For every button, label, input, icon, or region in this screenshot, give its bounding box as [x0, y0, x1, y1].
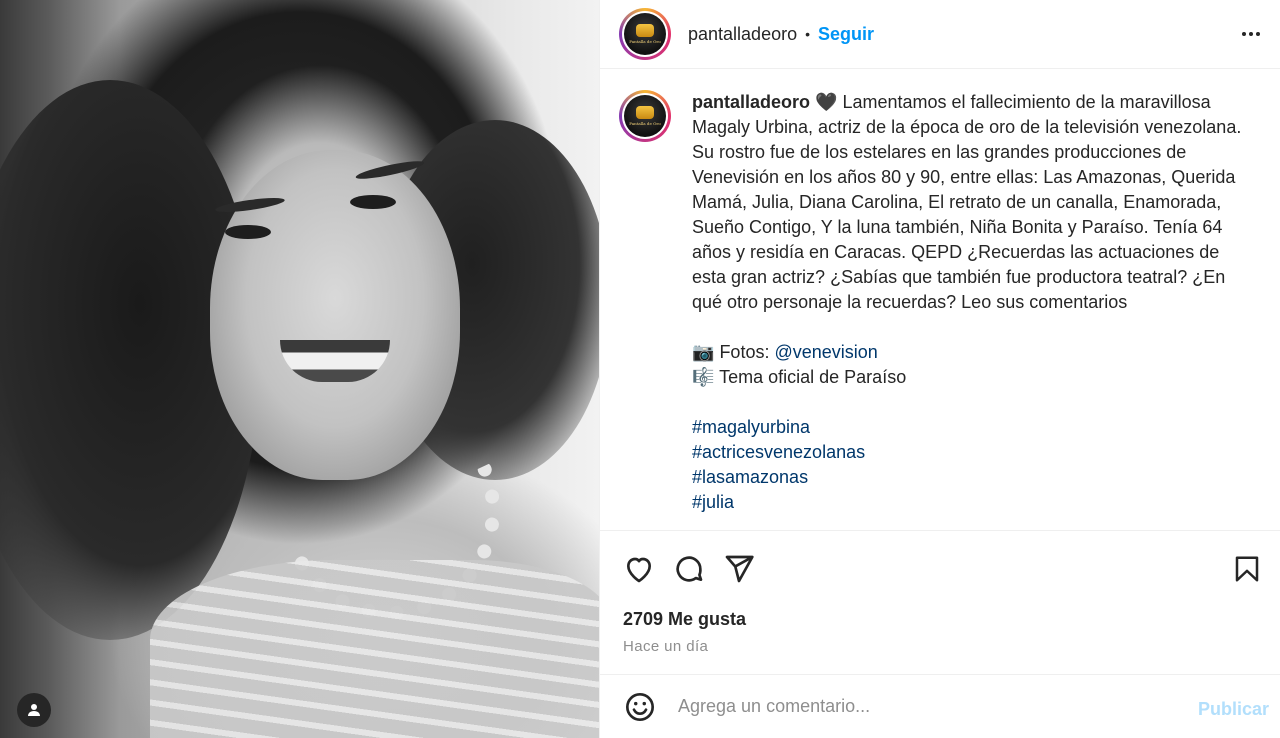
save-button[interactable] — [1229, 551, 1265, 587]
avatar[interactable]: Pantalla de Oro — [619, 8, 671, 60]
comment-input[interactable] — [678, 696, 1158, 717]
post-actions: 2709 Me gusta Hace un día — [600, 530, 1280, 668]
caption-avatar-logo: Pantalla de Oro — [624, 95, 666, 137]
comments-section[interactable]: Pantalla de Oro pantalladeoro 🖤 Lamentam… — [600, 70, 1280, 530]
post-detail-panel: Pantalla de Oro pantalladeoro • Seguir P… — [599, 0, 1280, 738]
caption-photos-line: 📷 Fotos: @venevision — [692, 340, 1252, 365]
more-horizontal-icon — [1242, 32, 1260, 36]
comment-button[interactable] — [671, 551, 707, 587]
user-icon — [28, 704, 40, 716]
hashtag-link[interactable]: #magalyurbina — [692, 415, 1252, 440]
caption-avatar-inner: Pantalla de Oro — [622, 93, 668, 139]
likes-count[interactable]: 2709 Me gusta — [623, 609, 746, 630]
publish-button[interactable]: Publicar — [1198, 699, 1269, 720]
heart-emoji: 🖤 — [815, 92, 838, 112]
caption-music-line: 🎼 Tema oficial de Paraíso — [692, 365, 1252, 390]
tv-logo-icon — [636, 106, 654, 119]
music-label: Tema oficial de Paraíso — [719, 367, 907, 387]
heart-icon — [627, 557, 651, 583]
post-header: Pantalla de Oro pantalladeoro • Seguir — [600, 0, 1280, 69]
add-comment-bar: Publicar — [600, 674, 1280, 738]
hashtag-link[interactable]: #actricesvenezolanas — [692, 440, 1252, 465]
caption-username[interactable]: pantalladeoro — [692, 92, 810, 112]
post-photo[interactable] — [0, 0, 599, 738]
avatar-logo-text: Pantalla de Oro — [629, 39, 661, 44]
smiley-icon — [626, 692, 654, 721]
header-username[interactable]: pantalladeoro — [688, 24, 797, 45]
caption-avatar-logo-text: Pantalla de Oro — [629, 121, 661, 126]
tagged-users-button[interactable] — [17, 693, 51, 727]
caption-body: pantalladeoro 🖤 Lamentamos el fallecimie… — [692, 90, 1252, 515]
photo-eye-left — [225, 225, 271, 239]
photo-shirt — [150, 560, 599, 738]
mention-link[interactable]: @venevision — [774, 342, 877, 362]
follow-button[interactable]: Seguir — [818, 24, 874, 45]
photos-label: Fotos: — [719, 342, 775, 362]
post-timestamp: Hace un día — [623, 638, 709, 655]
action-icons — [621, 551, 757, 587]
bookmark-icon — [1235, 556, 1259, 582]
hashtag-link[interactable]: #julia — [692, 490, 1252, 515]
like-button[interactable] — [621, 551, 657, 587]
caption: Pantalla de Oro pantalladeoro 🖤 Lamentam… — [619, 90, 1261, 515]
avatar-inner: Pantalla de Oro — [622, 11, 668, 57]
send-icon — [725, 555, 754, 583]
caption-avatar[interactable]: Pantalla de Oro — [619, 90, 671, 142]
tv-logo-icon — [636, 24, 654, 37]
photo-eye-right — [350, 195, 396, 209]
camera-emoji: 📷 — [692, 342, 715, 362]
header-separator: • — [805, 26, 810, 42]
hashtag-link[interactable]: #lasamazonas — [692, 465, 1252, 490]
caption-text: Lamentamos el fallecimiento de la maravi… — [692, 92, 1242, 312]
more-options-button[interactable] — [1239, 22, 1263, 52]
avatar-logo: Pantalla de Oro — [624, 13, 666, 55]
share-button[interactable] — [721, 551, 757, 587]
comment-icon — [676, 556, 703, 582]
emoji-button[interactable] — [623, 690, 657, 724]
music-emoji: 🎼 — [692, 367, 715, 387]
